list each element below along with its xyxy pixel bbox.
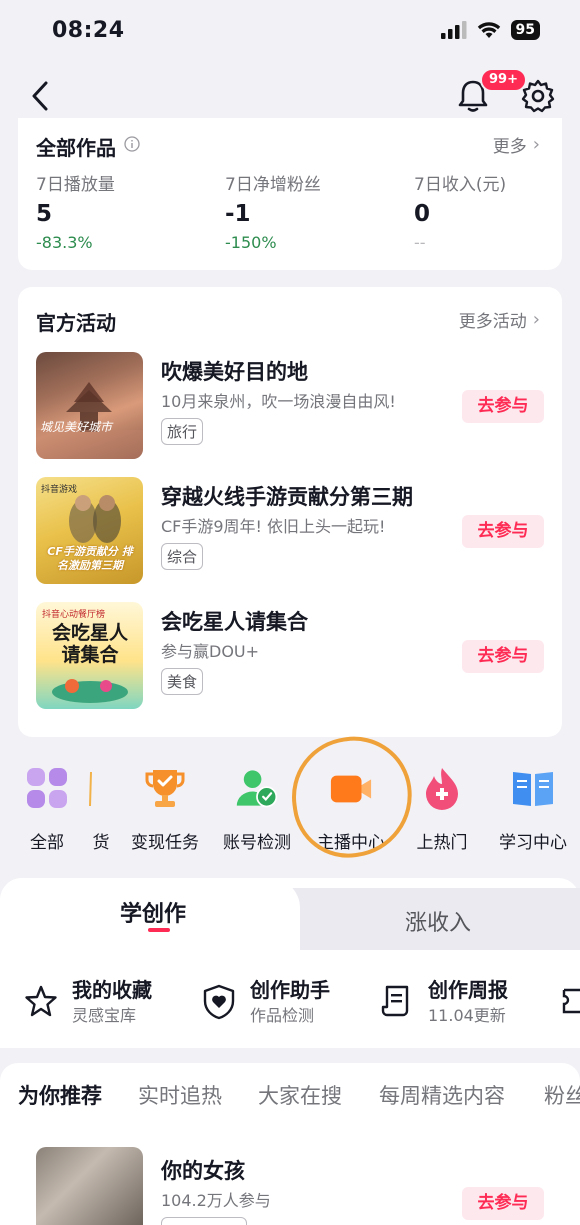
- activity-tag: 综合: [161, 543, 204, 570]
- recommend-thumbnail: [36, 1147, 143, 1225]
- activity-item[interactable]: 抖音游戏 CF手游贡献分 排名激励第三期 穿越火线手游贡献分第三期 CF手游9周…: [36, 477, 544, 584]
- activity-tag: 美食: [161, 668, 204, 695]
- ticket-icon[interactable]: [562, 986, 580, 1016]
- activities-card: 官方活动 更多活动 › 城见美好城市 吹爆美好目的地 10月来泉州，吹一场浪漫自…: [18, 287, 562, 737]
- shortcut-subtitle: 作品检测: [250, 1006, 315, 1025]
- recommend-subtitle: 104.2万人参与: [161, 1191, 271, 1210]
- tool-label: 学习中心: [499, 833, 567, 853]
- tool-boost-trending[interactable]: 上热门: [410, 766, 474, 853]
- soldier-illustration: [69, 495, 121, 543]
- stat-change: -150%: [225, 233, 277, 252]
- tool-monetize-tasks[interactable]: 变现任务: [126, 766, 204, 853]
- chevron-right-icon: ›: [532, 309, 540, 330]
- tool-label: 全部: [30, 833, 64, 853]
- status-time: 08:24: [52, 18, 125, 43]
- tool-all[interactable]: 全部: [20, 766, 74, 853]
- rec-tab-for-you[interactable]: 为你推荐: [18, 1080, 102, 1110]
- recommend-tag: [161, 1217, 247, 1225]
- rec-tab-weekly-picks[interactable]: 每周精选内容: [379, 1080, 505, 1110]
- stat-label: 7日收入(元): [414, 175, 507, 195]
- activity-subtitle: 10月来泉州，吹一场浪漫自由风!: [161, 392, 396, 411]
- wifi-icon: [477, 22, 500, 38]
- activity-title: 吹爆美好目的地: [161, 360, 308, 384]
- trophy-icon: [145, 770, 185, 807]
- annotation-circle: [284, 729, 420, 865]
- stat-value: 5: [36, 201, 53, 227]
- activity-thumb-text: CF手游贡献分 排名激励第三期: [47, 545, 133, 572]
- signal-icon: [440, 21, 467, 39]
- activities-more-link[interactable]: 更多活动 ›: [459, 307, 540, 332]
- activity-thumbnail: 城见美好城市: [36, 352, 143, 459]
- activities-title: 官方活动: [36, 311, 116, 335]
- works-card: 全部作品 更多 › 7日播放量 5 -83.3% 7日净增粉丝 -1 -150%…: [18, 118, 562, 270]
- activity-item[interactable]: 城见美好城市 吹爆美好目的地 10月来泉州，吹一场浪漫自由风! 旅行 去参与: [36, 352, 544, 459]
- tool-label: 账号检测: [223, 833, 291, 853]
- grid-icon: [27, 768, 67, 808]
- tool-learning-center[interactable]: 学习中心: [494, 766, 572, 853]
- stat-plays[interactable]: 7日播放量 5 -83.3%: [36, 170, 115, 252]
- join-button[interactable]: 去参与: [462, 390, 544, 423]
- activity-title: 穿越火线手游贡献分第三期: [161, 485, 413, 509]
- rec-tab-fans[interactable]: 粉丝: [544, 1080, 580, 1110]
- tool-label: 上热门: [416, 833, 468, 853]
- tab-learn-creation[interactable]: 学创作: [120, 896, 186, 928]
- activity-subtitle: 参与赢DOU+: [161, 642, 260, 661]
- rec-tab-trending[interactable]: 实时追热: [138, 1080, 222, 1110]
- rec-tab-searching[interactable]: 大家在搜: [258, 1080, 342, 1110]
- stat-label: 7日播放量: [36, 175, 115, 195]
- shortcut-title: 我的收藏: [72, 978, 152, 1002]
- join-button[interactable]: 去参与: [462, 640, 544, 673]
- stat-value: 0: [414, 201, 431, 227]
- info-icon[interactable]: [124, 136, 140, 152]
- activity-tag: 旅行: [161, 418, 204, 445]
- tool-label: 变现任务: [131, 833, 199, 853]
- stat-value: -1: [225, 201, 251, 227]
- star-icon: [25, 985, 57, 1017]
- tool-account-check[interactable]: 账号检测: [218, 766, 296, 853]
- works-more-label: 更多: [492, 137, 527, 157]
- shortcut-title: 创作周报: [428, 978, 508, 1002]
- tool-label: 货: [92, 833, 110, 853]
- status-icons: 95: [440, 20, 540, 40]
- recommend-item[interactable]: 你的女孩 104.2万人参与 去参与: [36, 1147, 544, 1225]
- back-icon[interactable]: [26, 78, 56, 114]
- join-button[interactable]: 去参与: [462, 515, 544, 548]
- stat-income[interactable]: 7日收入(元) 0 --: [414, 170, 506, 252]
- shortcut-subtitle: 11.04更新: [428, 1006, 506, 1025]
- book-icon: [513, 772, 553, 806]
- activity-thumbnail: 抖音游戏 CF手游贡献分 排名激励第三期: [36, 477, 143, 584]
- works-title: 全部作品: [36, 136, 116, 160]
- scroll-icon: [381, 985, 409, 1017]
- works-more-link[interactable]: 更多 ›: [493, 132, 540, 157]
- pagoda-illustration: [36, 382, 143, 459]
- activities-more-label: 更多活动: [458, 312, 527, 332]
- food-illustration: [52, 679, 128, 703]
- recommend-title: 你的女孩: [161, 1159, 245, 1183]
- shortcut-subtitle: 灵感宝库: [72, 1006, 137, 1025]
- activity-title: 会吃星人请集合: [161, 610, 308, 634]
- shield-heart-icon: [203, 984, 235, 1020]
- chevron-right-icon: ›: [532, 134, 540, 155]
- account-check-icon: [236, 770, 278, 808]
- stat-followers[interactable]: 7日净增粉丝 -1 -150%: [225, 170, 321, 252]
- activity-thumb-text: 会吃星人 请集合: [51, 622, 128, 666]
- tool-goods[interactable]: 货: [86, 766, 116, 853]
- shortcut-title: 创作助手: [250, 978, 330, 1002]
- activity-thumbnail: 抖音心动餐厅榜 会吃星人 请集合: [36, 602, 143, 709]
- battery-indicator: 95: [510, 20, 540, 40]
- flame-icon: [426, 768, 458, 810]
- activity-thumb-text: 城见美好城市: [40, 420, 113, 434]
- activity-subtitle: CF手游9周年! 依旧上头一起玩!: [161, 517, 386, 536]
- tab-underline: [148, 928, 170, 932]
- goods-icon: [89, 772, 92, 806]
- gear-icon[interactable]: [520, 78, 556, 114]
- activity-item[interactable]: 抖音心动餐厅榜 会吃星人 请集合 会吃星人请集合 参与赢DOU+ 美食 去参与: [36, 602, 544, 709]
- tab-grow-income[interactable]: 涨收入: [405, 905, 471, 937]
- activity-thumb-brand: 抖音心动餐厅榜: [42, 610, 106, 620]
- stat-label: 7日净增粉丝: [225, 175, 321, 195]
- stat-change: -83.3%: [36, 233, 93, 252]
- stat-change: --: [414, 233, 426, 252]
- join-button[interactable]: 去参与: [462, 1187, 544, 1220]
